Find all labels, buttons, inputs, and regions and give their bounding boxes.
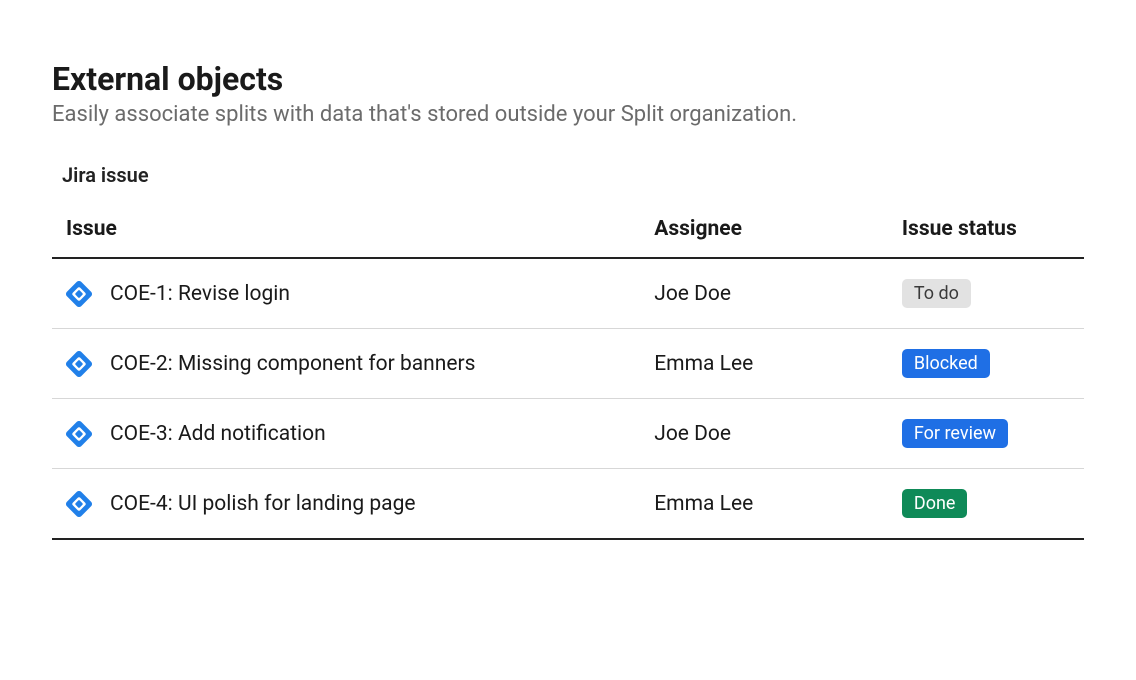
issue-title: COE-3: Add notification <box>110 422 326 446</box>
issue-assignee: Joe Doe <box>640 258 888 329</box>
status-badge: Done <box>902 489 968 518</box>
issue-table: Issue Assignee Issue status COE-1: Revis… <box>52 207 1084 540</box>
table-row[interactable]: COE-3: Add notification Joe Doe For review <box>52 399 1084 469</box>
column-header-issue[interactable]: Issue <box>52 207 640 258</box>
table-row[interactable]: COE-4: UI polish for landing page Emma Le… <box>52 469 1084 540</box>
table-row[interactable]: COE-2: Missing component for banners Emma… <box>52 329 1084 399</box>
status-badge: Blocked <box>902 349 990 378</box>
issue-title: COE-1: Revise login <box>110 282 290 306</box>
jira-icon <box>66 421 92 447</box>
jira-icon <box>66 491 92 517</box>
page-title: External objects <box>52 60 1084 98</box>
jira-icon <box>66 281 92 307</box>
page-subtitle: Easily associate splits with data that's… <box>52 102 1084 127</box>
status-badge: To do <box>902 279 971 308</box>
section-label: Jira issue <box>62 163 1084 187</box>
jira-icon <box>66 351 92 377</box>
issue-assignee: Joe Doe <box>640 399 888 469</box>
column-header-assignee[interactable]: Assignee <box>640 207 888 258</box>
issue-title: COE-2: Missing component for banners <box>110 352 475 376</box>
column-header-status[interactable]: Issue status <box>888 207 1084 258</box>
status-badge: For review <box>902 419 1008 448</box>
issue-assignee: Emma Lee <box>640 469 888 540</box>
issue-title: COE-4: UI polish for landing page <box>110 492 416 516</box>
table-row[interactable]: COE-1: Revise login Joe Doe To do <box>52 258 1084 329</box>
issue-assignee: Emma Lee <box>640 329 888 399</box>
